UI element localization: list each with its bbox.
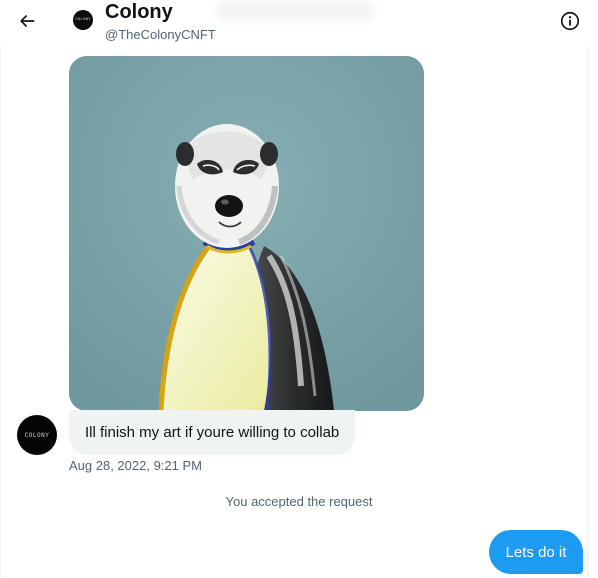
- contact-handle[interactable]: @TheColonyCNFT: [105, 27, 216, 42]
- incoming-message-text: Ill finish my art if youre willing to co…: [85, 424, 340, 441]
- outgoing-message-bubble[interactable]: Lets do it: [489, 530, 583, 574]
- arrow-left-icon: [20, 15, 35, 27]
- message-timestamp: Aug 28, 2022, 9:21 PM: [69, 458, 202, 473]
- back-button[interactable]: [12, 6, 42, 36]
- incoming-message-bubble[interactable]: Ill finish my art if youre willing to co…: [69, 410, 356, 455]
- dm-conversation: COLONY Colony @TheColonyCNFT COLONY Ill …: [0, 0, 598, 578]
- divider: [0, 0, 1, 578]
- divider: [587, 0, 588, 578]
- outgoing-message-text: Lets do it: [505, 543, 567, 561]
- info-button[interactable]: [556, 7, 584, 35]
- avatar[interactable]: COLONY: [73, 10, 93, 30]
- meerkat-artwork: [69, 56, 424, 411]
- contact-name[interactable]: Colony: [105, 1, 173, 24]
- blurred-overlay: [215, 0, 375, 22]
- info-circle-icon: [560, 11, 580, 31]
- sender-avatar[interactable]: COLONY: [17, 415, 57, 455]
- shared-image[interactable]: [69, 56, 424, 411]
- avatar-logo-text: COLONY: [24, 431, 50, 439]
- system-message: You accepted the request: [225, 494, 373, 509]
- avatar-logo-text: COLONY: [75, 18, 91, 22]
- conversation-header: COLONY Colony @TheColonyCNFT: [0, 0, 598, 46]
